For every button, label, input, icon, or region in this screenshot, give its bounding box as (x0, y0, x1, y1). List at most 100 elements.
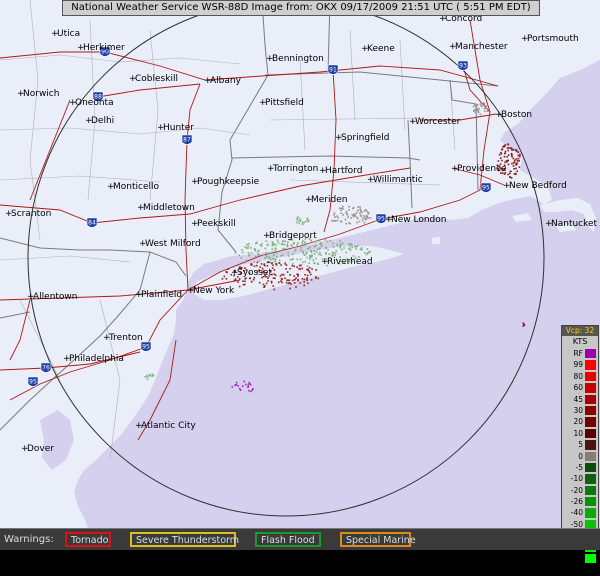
velocity-pixel-outbound (282, 273, 285, 276)
velocity-pixel-neutral (338, 207, 341, 209)
velocity-pixel-outbound (516, 160, 519, 162)
city-providence: +Providence (451, 164, 507, 174)
legend-value: RF (573, 349, 583, 358)
city-boston: +Boston (495, 110, 532, 120)
velocity-pixel-inbound (365, 253, 368, 256)
velocity-pixel-outbound (308, 270, 311, 273)
city-bennington: +Bennington (266, 54, 324, 64)
velocity-pixel-neutral (476, 104, 479, 106)
velocity-pixel-outbound (504, 150, 507, 153)
velocity-pixel-inbound (248, 254, 251, 256)
velocity-pixel-outbound (272, 277, 275, 279)
velocity-pixel-inbound (247, 245, 250, 248)
velocity-pixel-inbound (354, 245, 356, 248)
city-label: Norwich (23, 89, 59, 99)
velocity-pixel-inbound (266, 244, 269, 247)
velocity-pixel-outbound (275, 263, 278, 265)
velocity-pixel-outbound (504, 144, 507, 146)
velocity-pixel-inbound (304, 260, 306, 263)
velocity-pixel-inbound (313, 262, 316, 264)
special-marine-warning-chip[interactable]: Special Marine (340, 532, 416, 547)
legend-row: 45 (562, 394, 598, 405)
shield-number: 87 (183, 137, 191, 144)
velocity-pixel-outbound (244, 280, 246, 283)
city-label: Worcester (415, 117, 461, 127)
velocity-pixel-outbound (292, 279, 294, 282)
city-delhi: +Delhi (85, 116, 114, 126)
velocity-pixel-inbound (311, 254, 313, 256)
velocity-pixel-neutral (359, 208, 362, 210)
legend-swatch (585, 565, 596, 574)
interstate-shield-icon: 87 (181, 134, 193, 145)
velocity-pixel-outbound (299, 282, 302, 284)
velocity-pixel-inbound (245, 259, 248, 262)
velocity-pixel-inbound (325, 252, 327, 254)
velocity-pixel-outbound (225, 271, 228, 273)
velocity-pixel-neutral (342, 214, 344, 216)
city-hartford: +Hartford (319, 166, 362, 176)
city-springfield: +Springfield (335, 133, 389, 143)
velocity-pixel-inbound (300, 247, 302, 249)
velocity-pixel-inbound (313, 253, 316, 255)
city-label: Dover (27, 444, 54, 454)
velocity-pixel-outbound (511, 149, 513, 151)
velocity-pixel-inbound (339, 244, 342, 246)
legend-row: ND (562, 564, 598, 575)
velocity-pixel-outbound (510, 177, 513, 179)
velocity-pixel-inbound (298, 220, 300, 222)
velocity-pixel-inbound (146, 375, 149, 378)
city-bridgeport: +Bridgeport (263, 231, 317, 241)
velocity-pixel-inbound (282, 243, 284, 246)
velocity-pixel-inbound (309, 254, 311, 257)
velocity-pixel-inbound (273, 253, 275, 256)
velocity-pixel-outbound (262, 283, 265, 286)
velocity-pixel-neutral (354, 214, 356, 216)
city-philadelphia: +Philadelphia (63, 354, 124, 364)
velocity-pixel-rf (239, 389, 242, 391)
city-label: Atlantic City (141, 421, 196, 431)
tornado-warning-chip[interactable]: Tornado (65, 532, 111, 547)
city-label: Middletown (143, 203, 195, 213)
velocity-pixel-inbound (301, 221, 304, 224)
velocity-pixel-inbound (151, 375, 154, 377)
velocity-pixel-inbound (270, 258, 272, 261)
velocity-pixel-outbound (271, 267, 274, 269)
velocity-pixel-inbound (268, 257, 270, 259)
velocity-pixel-outbound (263, 286, 265, 288)
radar-map[interactable]: 9088879193959584957695 +Utica+Herkimer+C… (0, 0, 600, 528)
velocity-pixel-outbound (507, 173, 509, 176)
velocity-pixel-inbound (348, 245, 351, 248)
city-label: West Milford (145, 239, 201, 249)
velocity-pixel-outbound (227, 268, 230, 270)
velocity-pixel-inbound (309, 258, 311, 261)
velocity-pixel-neutral (356, 217, 359, 220)
velocity-pixel-rf (231, 386, 234, 388)
velocity-pixel-neutral (363, 210, 366, 212)
velocity-pixel-inbound (280, 255, 282, 257)
velocity-pixel-rf (235, 381, 238, 384)
city-keene: +Keene (361, 44, 395, 54)
legend-row: 30 (562, 405, 598, 416)
legend-value: 60 (573, 383, 583, 393)
velocity-pixel-inbound (348, 243, 350, 245)
velocity-pixel-neutral (348, 222, 350, 224)
severe-thunderstorm-warning-chip[interactable]: Severe Thunderstorm (130, 532, 239, 547)
velocity-pixel-inbound (308, 262, 310, 265)
city-west-milford: +West Milford (139, 239, 201, 249)
velocity-pixel-inbound (296, 243, 298, 246)
city-label: Nantucket (551, 219, 598, 229)
velocity-pixel-inbound (294, 248, 297, 251)
velocity-pixel-inbound (324, 239, 327, 241)
velocity-pixel-outbound (238, 285, 241, 288)
velocity-pixel-inbound (290, 244, 293, 246)
velocity-pixel-neutral (352, 215, 355, 218)
city-label: Utica (57, 29, 80, 39)
flash-flood-warning-chip[interactable]: Flash Flood (255, 532, 321, 547)
velocity-pixel-outbound (310, 273, 312, 276)
velocity-pixel-outbound (516, 162, 518, 164)
velocity-pixel-outbound (518, 160, 520, 162)
interstate-shield-icon: 93 (457, 60, 469, 71)
velocity-pixel-inbound (364, 252, 366, 254)
velocity-pixel-outbound (293, 282, 296, 284)
city-label: Cobleskill (135, 74, 178, 84)
